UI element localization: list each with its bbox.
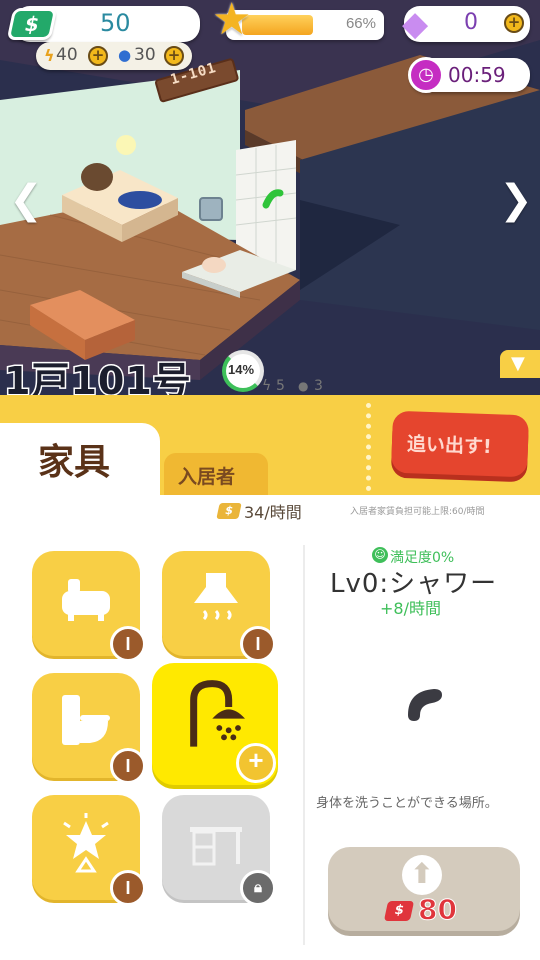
smile-icon: ☺ — [372, 547, 388, 563]
furniture-tile-locked[interactable]: 🔒︎ — [162, 795, 276, 906]
tab-furniture[interactable]: 家具 — [0, 423, 160, 495]
level-badge: I — [110, 626, 146, 662]
previous-room-arrow[interactable]: ❮ — [8, 178, 44, 222]
gems-value: 0 — [464, 10, 478, 35]
room-fill-gauge: 14% — [222, 350, 264, 392]
shower-icon — [190, 680, 245, 747]
furniture-tile-shower-selected[interactable]: + — [152, 663, 278, 785]
dotted-divider — [366, 403, 371, 491]
toilet-icon — [62, 695, 110, 745]
upgrade-cost: 80 — [418, 893, 458, 927]
upgrade-button[interactable]: ⬆ $ 80 — [328, 847, 520, 931]
tab-residents-label: 入居者 — [178, 466, 236, 488]
level-badge: I — [240, 626, 276, 662]
money-icon: $ — [6, 8, 58, 40]
resources-panel: ϟ 40 + ● 30 + — [36, 42, 192, 70]
add-gems-button[interactable]: + — [504, 13, 524, 33]
desk-icon — [190, 827, 242, 866]
rent-limit-text: 入居者家賃負担可能上限:60/時間 — [350, 507, 485, 517]
water-icon: ● — [118, 46, 132, 64]
room-energy-value: 5 — [276, 378, 285, 394]
next-room-arrow[interactable]: ❯ — [498, 178, 534, 222]
gems-panel: ◆ 0 + — [402, 4, 530, 44]
room-scene[interactable]: 1-101 $ 50 ϟ 40 + ● 30 + 66% ★ ◆ 0 + ◷ 0… — [0, 0, 540, 395]
room-name: 1戸101号 — [3, 358, 193, 396]
gem-icon: ◆ — [402, 4, 429, 44]
water-value: 30 — [134, 45, 156, 65]
tab-residents[interactable]: 入居者 — [164, 453, 268, 495]
shower-head-preview-icon — [408, 689, 442, 721]
money-value: 50 — [100, 9, 131, 37]
lock-icon: 🔒︎ — [240, 870, 276, 906]
room-energy-icon: ϟ — [262, 378, 272, 394]
item-description: 身体を洗うことができる場所。 — [316, 796, 498, 811]
furniture-panel: 家具 入居者 追い出す! $ 34/時間 入居者家賃負担可能上限:60/時間 I… — [0, 395, 540, 960]
add-water-button[interactable]: + — [164, 46, 184, 66]
evict-button[interactable]: 追い出す! — [390, 410, 530, 478]
add-energy-button[interactable]: + — [88, 46, 108, 66]
money-panel: $ 50 — [6, 6, 200, 42]
level-badge: I — [110, 870, 146, 906]
furniture-tile-bathtub[interactable]: I — [32, 551, 146, 662]
timer-value: 00:59 — [448, 63, 506, 87]
evict-button-label: 追い出す! — [406, 433, 492, 459]
range-hood-icon — [194, 573, 238, 621]
add-level-badge[interactable]: + — [236, 743, 276, 783]
panel-collapse-toggle[interactable]: ▼ — [500, 350, 540, 378]
level-badge: I — [110, 748, 146, 784]
upgrade-arrow-icon: ⬆ — [402, 855, 442, 895]
energy-value: 40 — [56, 45, 78, 65]
timer-panel: ◷ 00:59 — [408, 57, 530, 93]
upgrade-money-icon: $ — [383, 901, 415, 921]
level-progress-fill — [242, 15, 314, 35]
furniture-tile-light[interactable]: I — [32, 795, 146, 906]
level-progress-label: 66% — [345, 15, 376, 32]
star-icon: ★ — [212, 0, 252, 45]
ceiling-light-icon — [63, 813, 109, 873]
furniture-tile-range-hood[interactable]: I — [162, 551, 276, 662]
bathtub-icon — [62, 579, 110, 621]
clock-icon: ◷ — [408, 57, 444, 93]
room-water-icon: ● — [298, 379, 309, 393]
room-water-value: 3 — [314, 378, 323, 394]
room-fill-percent: 14% — [228, 362, 255, 377]
energy-icon: ϟ — [44, 46, 55, 65]
panel-divider — [303, 545, 305, 945]
item-bonus: +8/時間 — [380, 599, 441, 618]
furniture-tile-toilet[interactable]: I — [32, 673, 146, 784]
income-value: 34/時間 — [244, 503, 302, 522]
chevron-down-icon: ▼ — [511, 353, 525, 374]
tab-furniture-label: 家具 — [38, 442, 111, 483]
money-small-icon: $ — [216, 503, 242, 519]
